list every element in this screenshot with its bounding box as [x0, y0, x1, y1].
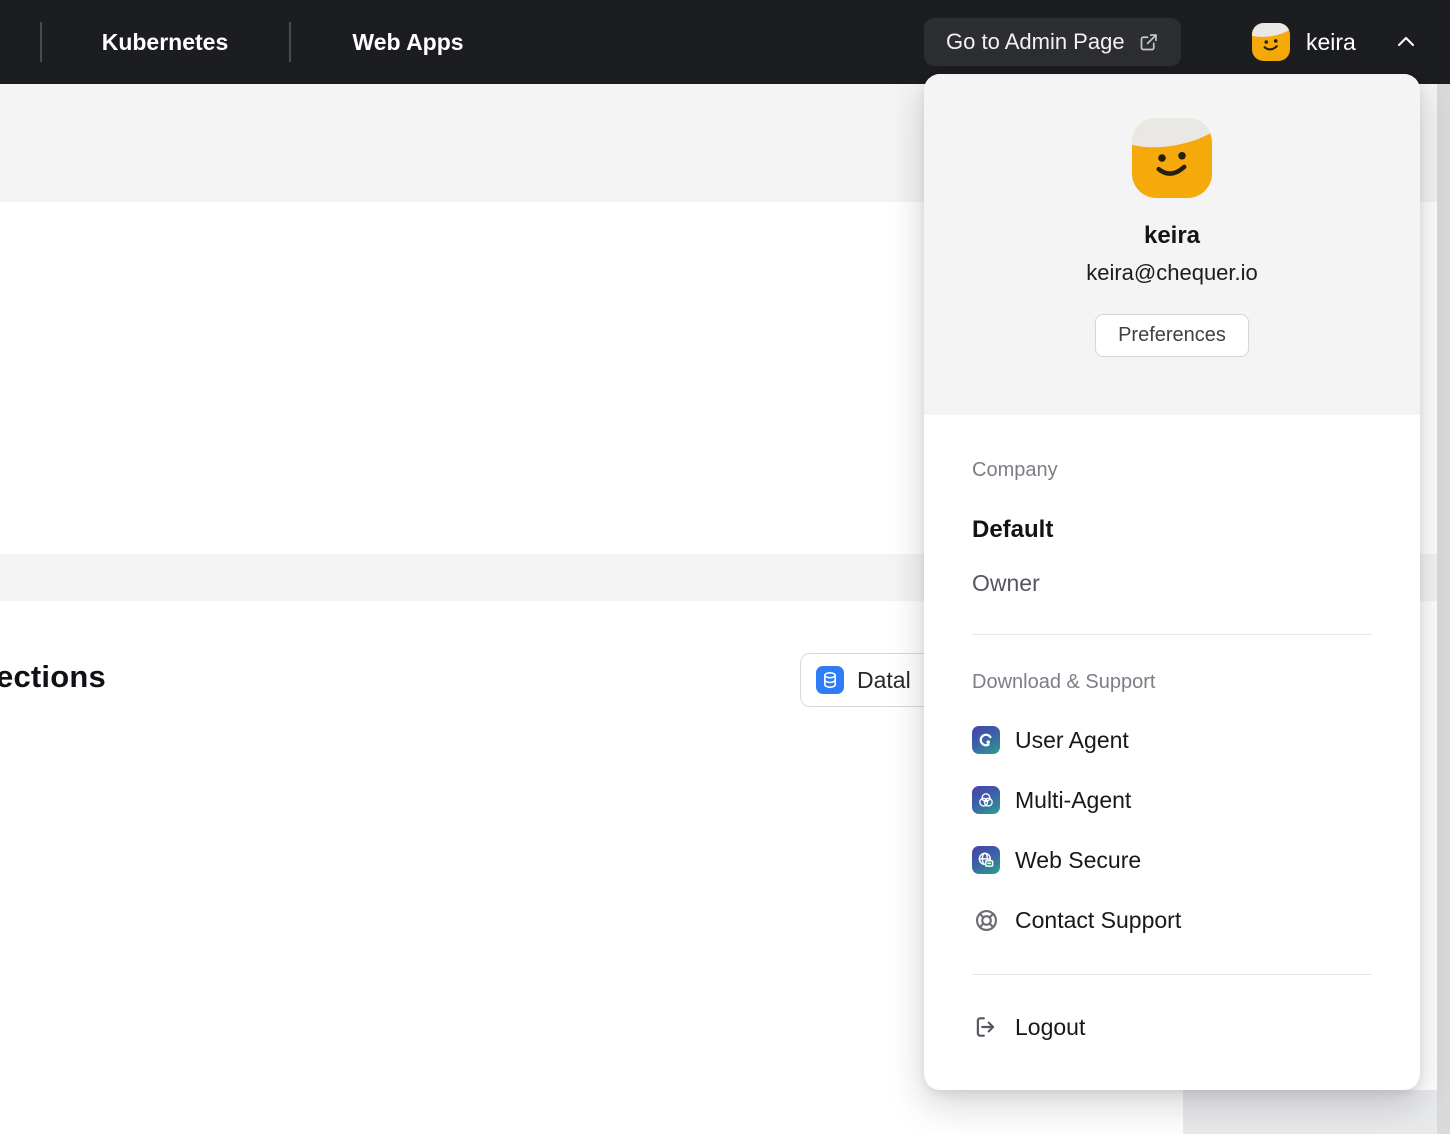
menu-item-user-agent[interactable]: User Agent: [972, 710, 1372, 770]
menu-item-multi-agent[interactable]: Multi-Agent: [972, 770, 1372, 830]
external-link-icon: [1138, 32, 1159, 53]
profile-header: keira keira@chequer.io Preferences: [924, 74, 1420, 415]
menu-item-contact-support[interactable]: Contact Support: [972, 890, 1372, 950]
page-title: ections: [0, 659, 106, 695]
support-section-label: Download & Support: [972, 671, 1372, 694]
screen: ections Datal Kubernetes Web Apps Go to …: [0, 0, 1450, 1134]
menu-item-logout[interactable]: Logout: [972, 997, 1372, 1057]
user-avatar[interactable]: [1252, 23, 1290, 61]
company-section-label: Company: [972, 459, 1372, 482]
menu-item-label: Contact Support: [1015, 907, 1181, 934]
database-button-label: Datal: [857, 667, 911, 694]
topbar-user-name: keira: [1306, 0, 1356, 84]
go-to-admin-page-label: Go to Admin Page: [946, 29, 1125, 55]
menu-item-label: User Agent: [1015, 727, 1129, 754]
chevron-up-icon[interactable]: [1392, 30, 1420, 54]
background-panel-fragment: [1183, 1090, 1437, 1134]
nav-divider: [40, 22, 42, 62]
database-icon: [816, 666, 844, 694]
tab-kubernetes[interactable]: Kubernetes: [58, 0, 272, 84]
logout-icon: [972, 1013, 1000, 1041]
user-agent-icon: [972, 726, 1000, 754]
user-menu-dropdown: keira keira@chequer.io Preferences Compa…: [924, 74, 1420, 1090]
profile-email: keira@chequer.io: [1086, 260, 1258, 286]
scrollbar[interactable]: [1437, 84, 1450, 1134]
tab-web-apps-label: Web Apps: [352, 29, 463, 56]
company-name[interactable]: Default: [972, 516, 1372, 544]
divider: [972, 974, 1372, 975]
nav-divider: [289, 22, 291, 62]
menu-item-label: Web Secure: [1015, 847, 1141, 874]
multi-agent-icon: [972, 786, 1000, 814]
life-ring-icon: [972, 906, 1000, 934]
logout-label: Logout: [1015, 1014, 1085, 1041]
company-role: Owner: [972, 570, 1372, 597]
divider: [972, 634, 1372, 635]
web-secure-icon: [972, 846, 1000, 874]
menu-body: Company Default Owner Download & Support…: [924, 459, 1420, 1057]
menu-item-web-secure[interactable]: Web Secure: [972, 830, 1372, 890]
go-to-admin-page-button[interactable]: Go to Admin Page: [924, 18, 1181, 66]
profile-name: keira: [1144, 222, 1200, 250]
profile-avatar: [1132, 118, 1212, 198]
preferences-button[interactable]: Preferences: [1095, 314, 1249, 357]
menu-item-label: Multi-Agent: [1015, 787, 1131, 814]
top-navigation-bar: Kubernetes Web Apps Go to Admin Page kei…: [0, 0, 1450, 84]
tab-web-apps[interactable]: Web Apps: [308, 0, 508, 84]
tab-kubernetes-label: Kubernetes: [102, 29, 229, 56]
